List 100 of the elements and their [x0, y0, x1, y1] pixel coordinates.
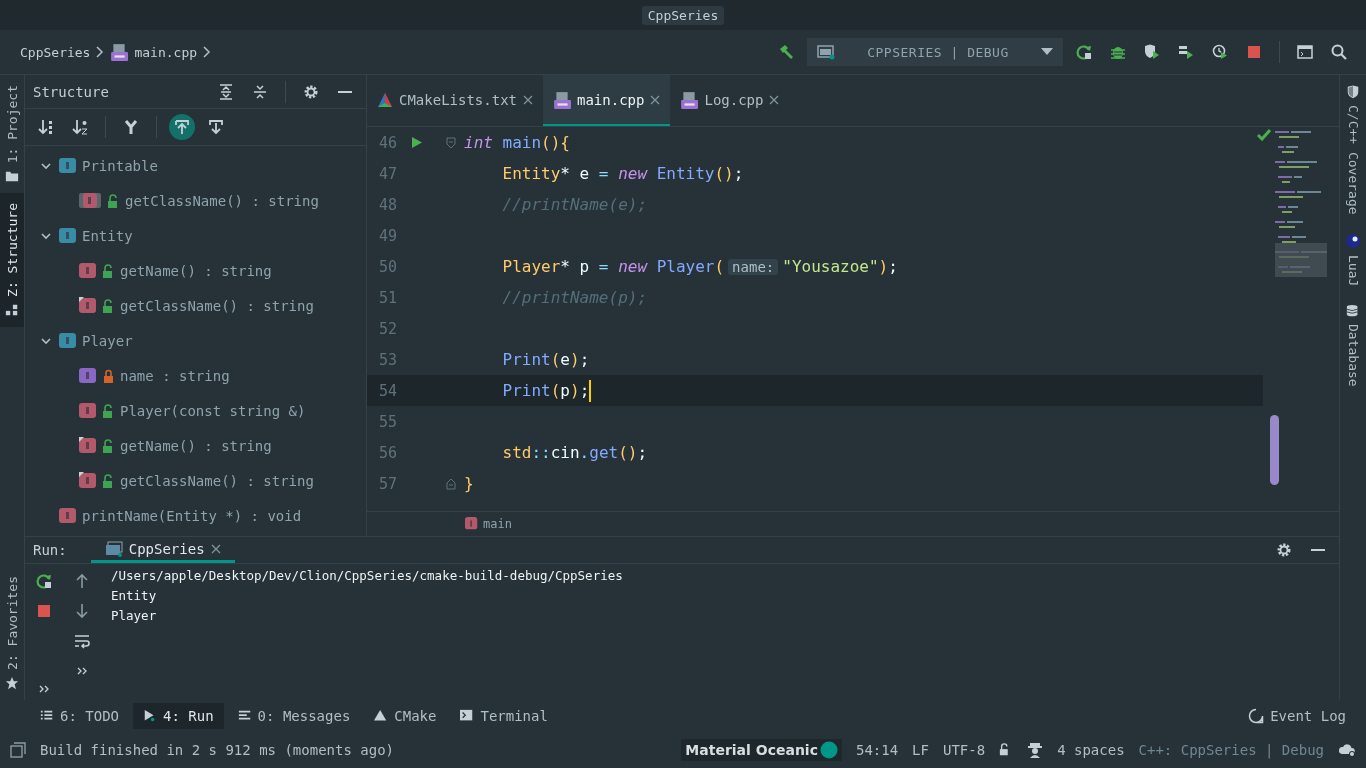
- window-icon: [104, 540, 123, 557]
- chevron-icon[interactable]: [41, 231, 51, 240]
- tool-window-tab[interactable]: Database: [1345, 303, 1361, 387]
- run-configuration-dropdown[interactable]: CPPSERIES | DEBUG: [807, 38, 1063, 66]
- breadcrumb-item[interactable]: main: [483, 517, 512, 531]
- code-token: *: [560, 164, 570, 183]
- tree-item[interactable]: getName() : string: [120, 262, 272, 279]
- cpp-file-icon: [553, 90, 571, 109]
- caret-position[interactable]: 54:14: [855, 742, 899, 758]
- tree-item[interactable]: Player(const string &): [120, 402, 306, 419]
- code-token: int: [464, 133, 493, 152]
- console-output-line: Player: [111, 608, 158, 623]
- chevron-icon[interactable]: [41, 336, 51, 345]
- event-log-tab[interactable]: Event Log: [1238, 703, 1356, 729]
- tree-item[interactable]: Entity: [82, 227, 133, 244]
- cpp-file-icon: [110, 43, 129, 61]
- code-token: ::: [531, 443, 551, 462]
- terminal-icon: [460, 709, 475, 723]
- close-icon[interactable]: [210, 543, 221, 554]
- resolve-context[interactable]: C++: CppSeries | Debug: [1138, 742, 1324, 758]
- tool-window-tab[interactable]: 1: Project: [0, 75, 24, 194]
- dropdown-arrow-icon: [1041, 48, 1053, 56]
- tree-item[interactable]: getClassName() : string: [120, 472, 314, 489]
- code-token: ;: [733, 164, 744, 183]
- line-separator[interactable]: LF: [912, 742, 929, 758]
- tree-item[interactable]: getName() : string: [120, 437, 272, 454]
- line-number: 51: [377, 288, 397, 307]
- close-icon[interactable]: [523, 94, 533, 105]
- tool-window-tab[interactable]: 0: Messages: [227, 703, 361, 729]
- autoscroll-from-source-icon[interactable]: [169, 114, 195, 140]
- line-number: 49: [377, 226, 397, 245]
- chevron-icon[interactable]: [41, 161, 51, 170]
- line-number: 48: [377, 195, 397, 214]
- code-token: (: [714, 257, 725, 276]
- code-token: ;: [579, 350, 590, 369]
- line-number: 47: [377, 164, 397, 183]
- code-token: (){: [541, 133, 570, 152]
- tool-window-tab[interactable]: CMake: [364, 703, 447, 729]
- class-icon: [59, 157, 76, 174]
- tree-item[interactable]: getClassName() : string: [125, 192, 319, 209]
- status-message: Build finished in 2 s 912 ms (moments ago): [40, 742, 394, 758]
- code-token: .: [579, 443, 590, 462]
- tree-item[interactable]: printName(Entity *) : void: [82, 507, 302, 524]
- circle-icon: [819, 741, 838, 759]
- tree-item[interactable]: Player: [82, 332, 133, 349]
- window-title: CppSeries: [641, 5, 725, 25]
- breadcrumb-item[interactable]: CppSeries: [20, 44, 91, 60]
- code-token: ): [878, 257, 889, 276]
- close-icon[interactable]: [769, 94, 780, 105]
- tool-window-tab[interactable]: 6: TODO: [30, 703, 129, 729]
- cloud-settings-icon: [1338, 742, 1356, 758]
- run-icon[interactable]: [411, 136, 423, 149]
- tree-item[interactable]: Printable: [82, 157, 158, 174]
- tree-item[interactable]: name : string: [120, 367, 230, 384]
- code-token: (): [714, 164, 734, 183]
- line-number: 46: [377, 133, 397, 152]
- scrollbar-thumb[interactable]: [1270, 415, 1279, 485]
- code-token: (: [550, 350, 561, 369]
- fold-icon[interactable]: [445, 477, 456, 490]
- function-icon: [465, 517, 479, 531]
- editor-tab[interactable]: CMakeLists.txt: [367, 75, 543, 126]
- shield-icon: [1346, 85, 1360, 99]
- editor-tab[interactable]: main.cpp: [543, 75, 671, 126]
- editor-tab[interactable]: Log.cpp: [670, 75, 790, 126]
- line-number: 56: [377, 443, 397, 462]
- tool-window-tab[interactable]: 4: Run: [133, 703, 224, 729]
- structure-icon: [5, 303, 19, 318]
- window-icon: [10, 742, 26, 758]
- code-token: e: [578, 164, 590, 183]
- run-tab[interactable]: CppSeries: [90, 537, 235, 563]
- speech-bubble-icon: [1248, 708, 1265, 724]
- code-token: }: [464, 474, 474, 493]
- check-icon: [1257, 129, 1271, 141]
- tool-window-tab[interactable]: C/C++ Coverage: [1345, 85, 1361, 215]
- console-output-line: /Users/apple/Desktop/Dev/Clion/CppSeries/cmake-build-debug/CppSeries: [111, 568, 623, 583]
- indent-setting[interactable]: 4 spaces: [1057, 742, 1125, 758]
- cpp-file-icon: [680, 90, 699, 109]
- star-icon: [5, 676, 19, 690]
- code-token: main: [501, 133, 542, 152]
- code-token: e: [560, 350, 570, 369]
- code-token: "Yousazoe": [782, 257, 879, 276]
- triangle-icon: [374, 709, 389, 723]
- breadcrumb-item[interactable]: main.cpp: [134, 44, 198, 60]
- play-icon: [143, 709, 157, 723]
- tree-item[interactable]: getClassName() : string: [120, 297, 314, 314]
- list-icon: [40, 709, 54, 723]
- file-encoding[interactable]: UTF-8: [942, 742, 986, 758]
- panel-title: Run:: [33, 541, 68, 560]
- tool-window-tab[interactable]: LuaJ: [1345, 232, 1361, 286]
- moon-icon: [1345, 232, 1361, 249]
- tool-window-tab[interactable]: Z: Structure: [0, 193, 24, 328]
- code-token: ;: [888, 257, 898, 276]
- class-icon: [59, 227, 76, 244]
- tool-window-tab[interactable]: 2: Favorites: [0, 566, 24, 700]
- close-icon[interactable]: [650, 94, 661, 105]
- messages-icon: [237, 709, 252, 723]
- fold-icon[interactable]: [445, 136, 456, 149]
- theme-indicator[interactable]: Material Oceanic: [681, 739, 842, 761]
- code-token: ;: [579, 381, 590, 400]
- tool-window-tab[interactable]: Terminal: [450, 703, 558, 729]
